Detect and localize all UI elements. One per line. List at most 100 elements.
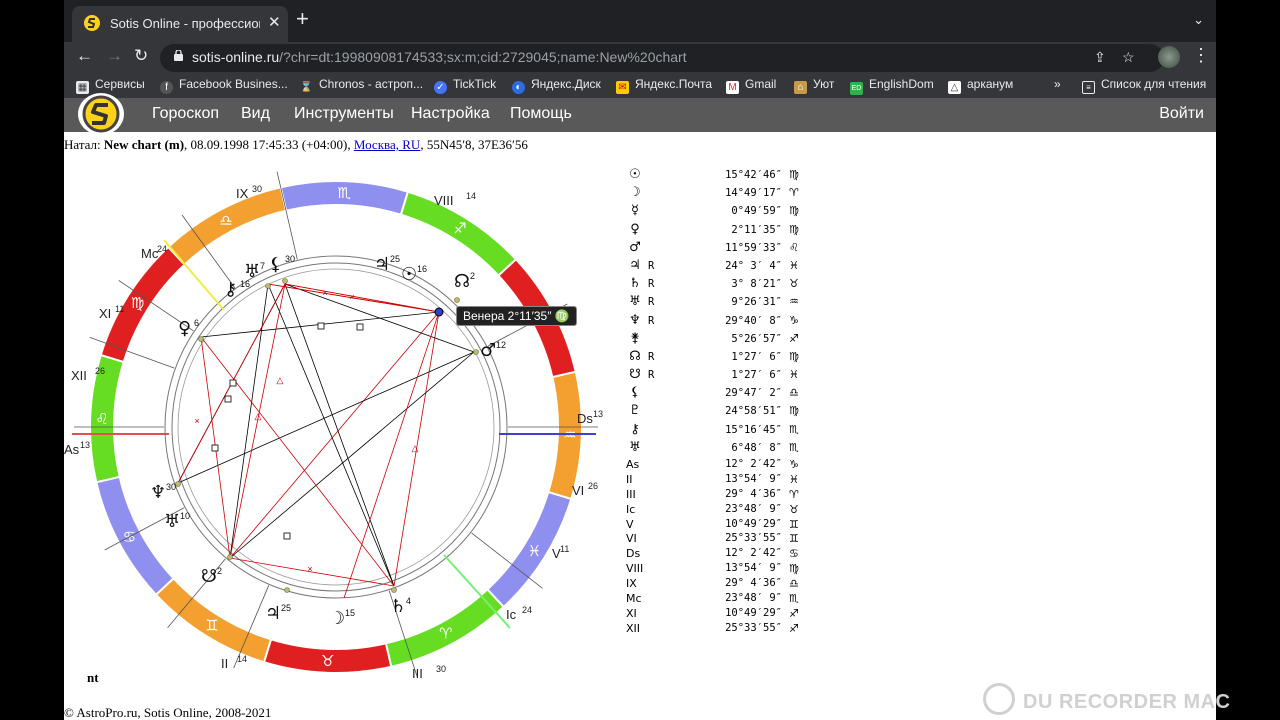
sign-glyph: ♊	[789, 517, 799, 531]
facebook-icon: f	[160, 81, 173, 94]
planet-dot[interactable]	[265, 283, 271, 289]
planet-wheel-degree: 6	[194, 318, 199, 328]
planet-wheel-glyph[interactable]: ☉	[401, 264, 417, 285]
gmail-icon: M	[726, 81, 739, 94]
bookmark-yandex-mail[interactable]: ✉ Яндекс.Почта	[616, 77, 712, 97]
house-wheel-label: IX	[236, 186, 249, 201]
recorder-watermark: DU RECORDER MAC	[983, 683, 1231, 715]
planet-wheel-glyph[interactable]: ♄	[390, 596, 406, 617]
planet-dot[interactable]	[473, 349, 479, 355]
planet-position: 24° 3′ 4″	[725, 259, 782, 272]
bookmark-englishdom[interactable]: ED EnglishDom	[850, 77, 934, 97]
close-tab-icon[interactable]: ✕	[268, 13, 281, 31]
bookmark-ticktick[interactable]: ✓ TickTick	[434, 77, 496, 97]
planet-wheel-degree: 12	[496, 340, 506, 350]
share-icon[interactable]: ⇪	[1094, 49, 1106, 66]
bookmark-yandex-disk[interactable]: ◐ Яндекс.Диск	[512, 77, 601, 97]
planet-wheel-glyph[interactable]: ⚷	[224, 279, 237, 300]
aspect-line	[229, 283, 269, 559]
planet-wheel-glyph[interactable]: ☋	[201, 566, 217, 587]
tab-search-icon[interactable]: ⌄	[1193, 12, 1204, 28]
bookmark-star-icon[interactable]: ☆	[1122, 49, 1135, 66]
browser-window: Sotis Online - профессиональ ✕ + ⌄ ← → ↻…	[64, 0, 1216, 720]
sign-glyph: ♊	[789, 532, 799, 546]
planet-wheel-glyph[interactable]: ♅	[164, 511, 180, 532]
nt-label: nt	[87, 670, 99, 685]
browser-tab[interactable]: Sotis Online - профессиональ ✕	[72, 6, 288, 42]
retrograde-mark: R	[648, 350, 655, 363]
planet-wheel-degree: 16	[417, 264, 427, 274]
back-icon[interactable]: ←	[76, 46, 93, 66]
profile-avatar[interactable]	[1158, 46, 1180, 68]
reading-list[interactable]: ≡ Список для чтения	[1082, 77, 1206, 97]
planet-dot[interactable]	[391, 587, 397, 593]
bookmarks-overflow-icon[interactable]: »	[1054, 77, 1061, 97]
menu-view[interactable]: Вид	[241, 105, 270, 123]
sotis-logo-icon	[82, 95, 120, 133]
zodiac-sign-glyph: ♒	[563, 426, 576, 444]
planet-dot[interactable]	[282, 278, 288, 284]
planet-dot[interactable]	[227, 554, 233, 560]
house-label: XII	[626, 621, 641, 635]
aspect-marker	[229, 379, 237, 387]
bookmark-gmail[interactable]: M Gmail	[726, 77, 776, 97]
venus-highlight-dot[interactable]	[434, 307, 444, 317]
zodiac-sign-glyph: ♓	[528, 542, 541, 560]
planet-wheel-glyph[interactable]: ♆	[150, 482, 166, 503]
sign-glyph: ♐	[789, 621, 799, 635]
planet-dot[interactable]	[284, 587, 290, 593]
retrograde-mark: R	[648, 369, 655, 382]
browser-toolbar: ← → ↻ sotis-online.ru/?chr=dt:1998090817…	[64, 42, 1216, 76]
new-tab-icon[interactable]: +	[296, 8, 309, 30]
address-bar[interactable]: sotis-online.ru/?chr=dt:19980908174533;s…	[160, 44, 1164, 72]
menu-tools[interactable]: Инструменты	[294, 105, 394, 123]
planet-wheel-glyph[interactable]: ☊	[454, 271, 470, 292]
planet-dot[interactable]	[198, 336, 204, 342]
bookmark-uyut[interactable]: ⌂ Уют	[794, 77, 834, 97]
planet-wheel-degree: 15	[345, 608, 355, 618]
planet-wheel-glyph[interactable]: ♃	[374, 254, 390, 275]
menu-help[interactable]: Помощь	[510, 105, 572, 123]
house-wheel-degree: 26	[588, 481, 598, 491]
planet-glyph: ♄	[629, 276, 641, 292]
planet-wheel-glyph[interactable]: ♀	[178, 318, 191, 339]
menu-horoscope[interactable]: Гороскоп	[152, 105, 219, 123]
house-label: IX	[626, 577, 637, 591]
site-navbar: Гороскоп Вид Инструменты Настройка Помощ…	[64, 93, 1216, 135]
sign-glyph: ♌	[789, 240, 799, 254]
forward-icon[interactable]: →	[106, 46, 123, 66]
house-label: VIII	[626, 562, 644, 576]
browser-menu-icon[interactable]: ⋮	[1192, 45, 1210, 66]
planet-dot[interactable]	[454, 297, 460, 303]
retrograde-mark: R	[648, 259, 655, 272]
planet-wheel-glyph[interactable]: ⚸	[269, 254, 282, 275]
house-wheel-degree: 13	[80, 440, 90, 450]
sotis-logo[interactable]	[78, 93, 124, 135]
sign-glyph: ♒	[789, 295, 799, 309]
planet-wheel-degree: 7	[260, 261, 265, 271]
house-position: 12° 2′42″	[725, 458, 782, 470]
house-wheel-label: VI	[572, 483, 584, 498]
bookmark-chronos[interactable]: ⌛ Chronos - астроп...	[300, 77, 423, 97]
bookmark-arkanum[interactable]: △ арканум	[948, 77, 1013, 97]
planet-wheel-glyph[interactable]: ♃	[265, 603, 281, 624]
house-position: 10°49′29″	[725, 606, 782, 619]
planet-wheel-degree: 25	[390, 254, 400, 264]
bookmarks-bar: ▦ Сервисы f Facebook Busines... ⌛ Chronos -…	[64, 76, 1216, 99]
planet-position: 14°49′17″	[725, 187, 782, 200]
planet-wheel-degree: 4	[406, 596, 411, 606]
planet-glyph: ♆	[629, 312, 641, 328]
planet-wheel-glyph[interactable]: ♂	[480, 340, 496, 361]
reload-icon[interactable]: ↻	[134, 46, 148, 66]
planet-wheel-glyph[interactable]: ☽	[329, 608, 345, 629]
menu-settings[interactable]: Настройка	[411, 105, 490, 123]
login-button[interactable]: Войти	[1159, 105, 1204, 123]
planet-dot[interactable]	[175, 481, 181, 487]
retrograde-mark: R	[648, 314, 655, 327]
house-label: V	[626, 517, 634, 531]
house-wheel-label: XI	[99, 306, 111, 321]
bookmark-facebook[interactable]: f Facebook Busines...	[160, 77, 288, 97]
planet-position: 5°26′57″	[731, 332, 782, 345]
aspect-marker	[283, 532, 291, 540]
natal-chart-wheel[interactable]: ♎♍♌♋♊♉♈♓♒♑♐♏ △△△×××× IX30VIII14Mc24XI11X…	[64, 130, 609, 700]
